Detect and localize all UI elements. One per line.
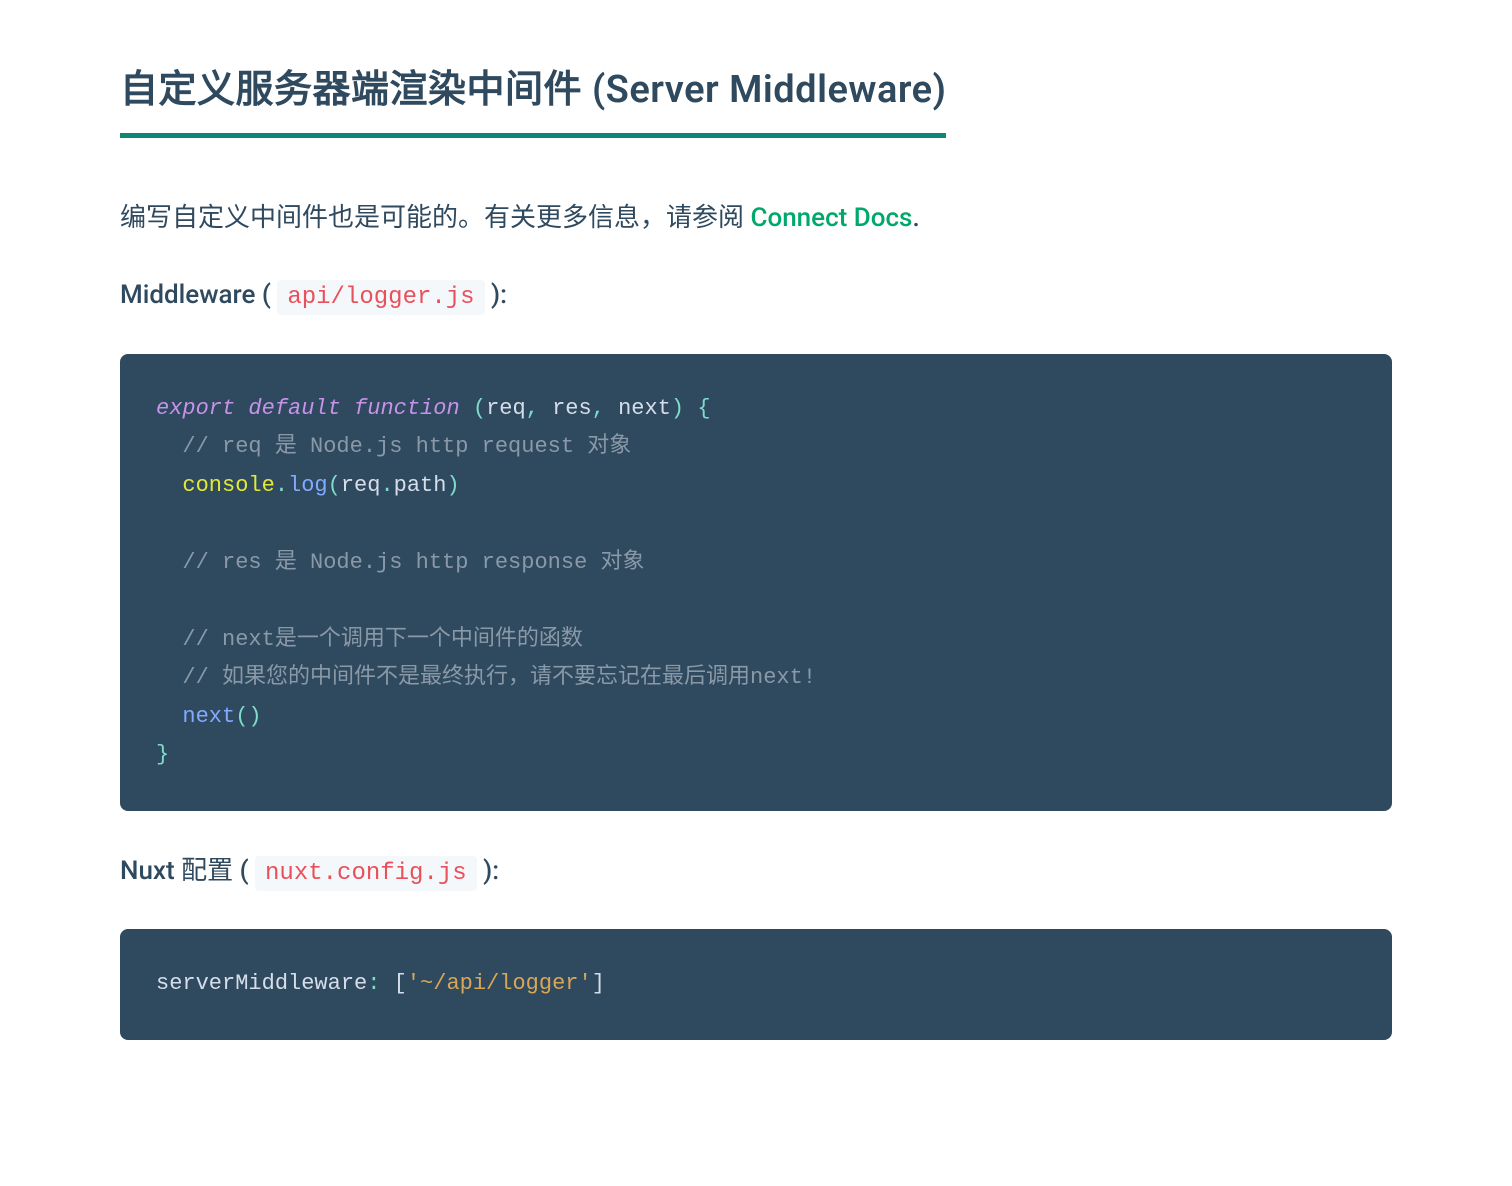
cfg-label-before: Nuxt 配置 ( xyxy=(120,856,255,886)
intro-text-after: . xyxy=(912,203,919,233)
mw-label-before: Middleware ( xyxy=(120,280,277,310)
comma-1: , xyxy=(526,396,539,421)
comment-req: // req 是 Node.js http request 对象 xyxy=(156,434,631,459)
connect-docs-link[interactable]: Connect Docs xyxy=(750,203,912,233)
kw-default: default xyxy=(248,396,340,421)
log-close: ) xyxy=(446,473,459,498)
param-res: res xyxy=(552,396,592,421)
dot-2: . xyxy=(380,473,393,498)
comment-next2: // 如果您的中间件不是最终执行，请不要忘记在最后调用next! xyxy=(156,665,816,690)
paren-open: ( xyxy=(460,396,486,421)
brace-close: } xyxy=(156,742,169,767)
next-open: ( xyxy=(235,704,248,729)
path-prop: path xyxy=(394,473,447,498)
cfg-colon: : xyxy=(367,971,380,996)
console-obj: console xyxy=(182,473,274,498)
middleware-label: Middleware ( api/logger.js ): xyxy=(120,275,1392,317)
req-ref: req xyxy=(341,473,381,498)
comma-2: , xyxy=(592,396,605,421)
arr-close: ] xyxy=(592,971,605,996)
param-req: req xyxy=(486,396,526,421)
kw-export: export xyxy=(156,396,235,421)
kw-function: function xyxy=(354,396,460,421)
intro-paragraph: 编写自定义中间件也是可能的。有关更多信息，请参阅 Connect Docs. xyxy=(120,198,1392,240)
config-code-block: serverMiddleware: ['~/api/logger'] xyxy=(120,929,1392,1040)
log-method: log xyxy=(288,473,328,498)
param-next: next xyxy=(618,396,671,421)
paren-close: ) xyxy=(671,396,684,421)
brace-open: { xyxy=(684,396,710,421)
intro-text-before: 编写自定义中间件也是可能的。有关更多信息，请参阅 xyxy=(120,203,750,233)
section-heading: 自定义服务器端渲染中间件 (Server Middleware) xyxy=(120,60,946,138)
mw-label-after: ): xyxy=(485,280,507,310)
middleware-code-block: export default function (req, res, next)… xyxy=(120,354,1392,811)
cfg-key: serverMiddleware xyxy=(156,971,367,996)
next-call: next xyxy=(182,704,235,729)
dot-1: . xyxy=(275,473,288,498)
cfg-file-code: nuxt.config.js xyxy=(255,856,477,891)
arr-open: [ xyxy=(394,971,407,996)
cfg-label-after: ): xyxy=(477,856,499,886)
config-label: Nuxt 配置 ( nuxt.config.js ): xyxy=(120,851,1392,893)
next-close: ) xyxy=(248,704,261,729)
log-open: ( xyxy=(328,473,341,498)
mw-file-code: api/logger.js xyxy=(277,280,484,315)
arr-str: '~/api/logger' xyxy=(407,971,592,996)
comment-res: // res 是 Node.js http response 对象 xyxy=(156,550,644,575)
comment-next1: // next是一个调用下一个中间件的函数 xyxy=(156,627,583,652)
